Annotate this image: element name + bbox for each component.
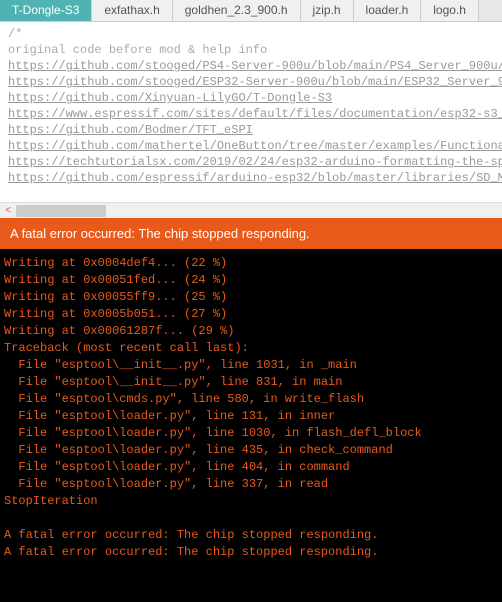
editor-link[interactable]: https://github.com/mathertel/OneButton/t… xyxy=(8,139,502,153)
code-editor[interactable]: /*original code before mod & help infoht… xyxy=(0,22,502,202)
horizontal-scrollbar[interactable]: < xyxy=(0,202,502,218)
tab-0[interactable]: T-Dongle-S3 xyxy=(0,0,92,21)
editor-line: /* xyxy=(8,26,494,42)
editor-link[interactable]: https://github.com/stooged/ESP32-Server-… xyxy=(8,75,502,89)
editor-line: https://techtutorialsx.com/2019/02/24/es… xyxy=(8,154,494,170)
editor-link[interactable]: https://github.com/Bodmer/TFT_eSPI xyxy=(8,123,253,137)
editor-line: https://www.espressif.com/sites/default/… xyxy=(8,106,494,122)
error-banner: A fatal error occurred: The chip stopped… xyxy=(0,218,502,249)
editor-link[interactable]: https://www.espressif.com/sites/default/… xyxy=(8,107,502,121)
tab-bar: T-Dongle-S3exfathax.hgoldhen_2.3_900.hjz… xyxy=(0,0,502,22)
tab-3[interactable]: jzip.h xyxy=(301,0,354,21)
editor-line: https://github.com/Bodmer/TFT_eSPI xyxy=(8,122,494,138)
editor-line: https://github.com/Xinyuan-LilyGO/T-Dong… xyxy=(8,90,494,106)
tab-1[interactable]: exfathax.h xyxy=(92,0,172,21)
editor-line: original code before mod & help info xyxy=(8,42,494,58)
editor-link[interactable]: https://github.com/Xinyuan-LilyGO/T-Dong… xyxy=(8,91,332,105)
scroll-thumb[interactable] xyxy=(16,205,106,217)
tab-4[interactable]: loader.h xyxy=(354,0,422,21)
tab-5[interactable]: logo.h xyxy=(421,0,479,21)
editor-line: https://github.com/mathertel/OneButton/t… xyxy=(8,138,494,154)
editor-line: https://github.com/stooged/ESP32-Server-… xyxy=(8,74,494,90)
editor-link[interactable]: https://techtutorialsx.com/2019/02/24/es… xyxy=(8,155,502,169)
editor-link[interactable]: https://github.com/stooged/PS4-Server-90… xyxy=(8,59,502,73)
tab-2[interactable]: goldhen_2.3_900.h xyxy=(173,0,301,21)
editor-line: https://github.com/espressif/arduino-esp… xyxy=(8,170,494,186)
editor-line: https://github.com/stooged/PS4-Server-90… xyxy=(8,58,494,74)
editor-link[interactable]: https://github.com/espressif/arduino-esp… xyxy=(8,171,502,185)
scroll-track[interactable] xyxy=(16,205,502,217)
console-output[interactable]: Writing at 0x0004def4... (22 %) Writing … xyxy=(0,249,502,602)
scroll-left-arrow[interactable]: < xyxy=(0,203,16,219)
